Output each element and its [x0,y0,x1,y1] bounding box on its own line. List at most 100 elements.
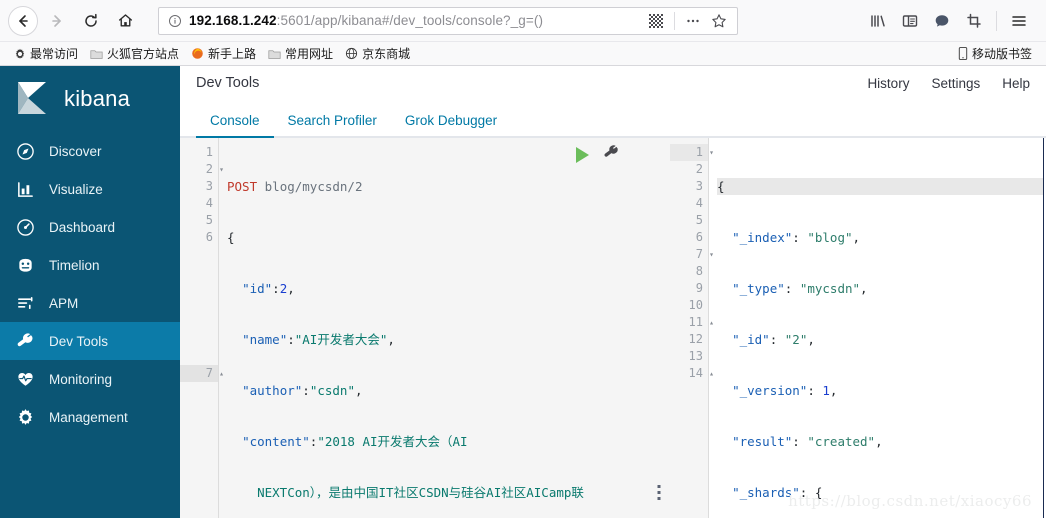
bookmark-most-visited[interactable]: 最常访问 [8,43,84,65]
line-number: 14 ▴ [688,366,714,380]
line-number: 2 ▾ [205,162,224,176]
code-line: "_id": "2", [732,332,815,347]
info-circle-icon[interactable] [168,14,182,28]
line-number: 6 [695,230,703,244]
bookmark-label: 最常访问 [30,47,79,61]
request-code[interactable]: POST blog/mycsdn/2 { "id":2, "name":"AI开… [218,138,648,518]
bookmark-label: 京东商城 [362,47,411,61]
timelion-icon [16,256,35,275]
url-path: :5601/app/kibana#/dev_tools/console?_g=(… [276,13,544,28]
bar-chart-icon [16,180,35,199]
code-line: "_index": "blog", [732,230,861,245]
fold-open-icon[interactable]: ▾ [709,144,714,161]
bookmark-getting-started[interactable]: 新手上路 [185,43,262,65]
url-host: 192.168.1.242 [189,13,277,28]
wrench-icon [16,332,35,351]
fold-close-icon[interactable]: ▴ [709,314,714,331]
http-endpoint: blog/mycsdn/2 [264,179,363,194]
code-line: "content":"2018 AI开发者大会（AI [242,434,468,449]
kibana-app: kibana Discover Visualize Dashboard Time… [0,66,1046,518]
home-button[interactable] [110,6,140,36]
response-viewer-pane[interactable]: 1 ▾ 2 3 4 5 6 7 ▾ 8 9 10 11 ▴ 12 13 14 ▴ { [670,138,1046,518]
line-number: 11 ▴ [688,315,714,329]
bookmark-common-sites[interactable]: 常用网址 [262,43,339,65]
play-icon[interactable] [576,147,589,163]
http-method: POST [227,179,258,194]
gear-icon [16,408,35,427]
settings-link[interactable]: Settings [931,76,980,91]
apm-icon [16,294,35,313]
sidebar-item-discover[interactable]: Discover [0,132,180,170]
forward-button[interactable] [42,6,72,36]
library-icon[interactable] [863,6,893,36]
request-editor-pane[interactable]: 1 2 ▾ 3 4 5 6 7 ▴ POST blog/mycsdn/2 { "id… [180,138,648,518]
page-title: Dev Tools [196,75,260,91]
sidebar-item-label: Management [49,409,128,425]
line-number: 2 [695,162,703,176]
tab-label: Grok Debugger [404,113,498,128]
dashboard-icon [16,218,35,237]
history-link[interactable]: History [867,76,909,91]
sidebar-item-label: Dev Tools [49,333,109,349]
sidebar-icon[interactable] [895,6,925,36]
sidebar-item-label: Discover [49,143,102,159]
tab-bar: Console Search Profiler Grok Debugger [180,100,1046,138]
kibana-brand-name: kibana [64,86,131,111]
pane-splitter[interactable] [648,138,670,518]
sidebar-item-dev-tools[interactable]: Dev Tools [0,322,180,360]
line-number: 7 ▾ [695,247,714,261]
request-gutter: 1 2 ▾ 3 4 5 6 7 ▴ [180,138,224,518]
code-line: "_version": 1, [732,383,838,398]
fold-close-icon[interactable]: ▴ [219,365,224,382]
bookmark-firefox-official[interactable]: 火狐官方站点 [84,43,185,65]
response-code[interactable]: { "_index": "blog", "_type": "mycsdn", "… [708,138,1046,518]
line-number: 1 ▾ [670,144,714,161]
ellipsis-icon[interactable] [681,9,705,33]
drag-handle-icon[interactable] [657,485,661,500]
fold-open-icon[interactable]: ▾ [219,161,224,178]
fold-close-icon[interactable]: ▴ [709,365,714,382]
back-button[interactable] [8,5,38,36]
code-line: { [227,230,235,245]
bookmark-mobile-bookmarks[interactable]: 移动版书签 [952,43,1038,65]
help-link[interactable]: Help [1002,76,1030,91]
pocket-icon[interactable] [927,6,957,36]
bookmark-label: 新手上路 [208,47,257,61]
sidebar-item-label: Dashboard [49,219,116,235]
line-number: 5 [205,213,213,227]
bookmark-jd-mall[interactable]: 京东商城 [339,43,416,65]
sidebar-item-label: APM [49,295,79,311]
tab-label: Search Profiler [287,113,377,128]
main-content: Dev Tools History Settings Help Console … [180,66,1046,518]
code-line: "_type": "mycsdn", [732,281,868,296]
tab-console[interactable]: Console [196,113,274,138]
url-divider [674,11,675,30]
screenshot-icon[interactable] [959,6,989,36]
star-icon[interactable] [707,9,731,33]
globe-icon [345,47,358,60]
hamburger-menu-icon[interactable] [1004,6,1034,36]
sidebar-item-label: Visualize [49,181,103,197]
sidebar-item-monitoring[interactable]: Monitoring [0,360,180,398]
sidebar-item-timelion[interactable]: Timelion [0,246,180,284]
header-actions: History Settings Help [867,76,1030,91]
sidebar-item-apm[interactable]: APM [0,284,180,322]
fold-open-icon[interactable]: ▾ [709,246,714,263]
kibana-brand: kibana [0,66,180,132]
tab-grok-debugger[interactable]: Grok Debugger [391,113,511,137]
tab-search-profiler[interactable]: Search Profiler [274,113,391,137]
qr-code-icon[interactable] [644,9,668,33]
line-number: 13 [688,349,703,363]
sidebar-item-dashboard[interactable]: Dashboard [0,208,180,246]
sidebar-item-management[interactable]: Management [0,398,180,436]
firefox-icon [191,47,204,60]
console-run-actions [576,144,620,166]
wrench-icon[interactable] [603,144,620,166]
sidebar-item-visualize[interactable]: Visualize [0,170,180,208]
line-number: 5 [695,213,703,227]
bookmarks-bar: 最常访问 火狐官方站点 新手上路 常用网址 京东商城 移动版书签 [0,42,1046,66]
url-bar[interactable]: 192.168.1.242:5601/app/kibana#/dev_tools… [158,6,738,35]
sidebar-item-label: Monitoring [49,371,113,387]
reload-button[interactable] [76,6,106,36]
global-nav-sidebar: kibana Discover Visualize Dashboard Time… [0,66,180,518]
